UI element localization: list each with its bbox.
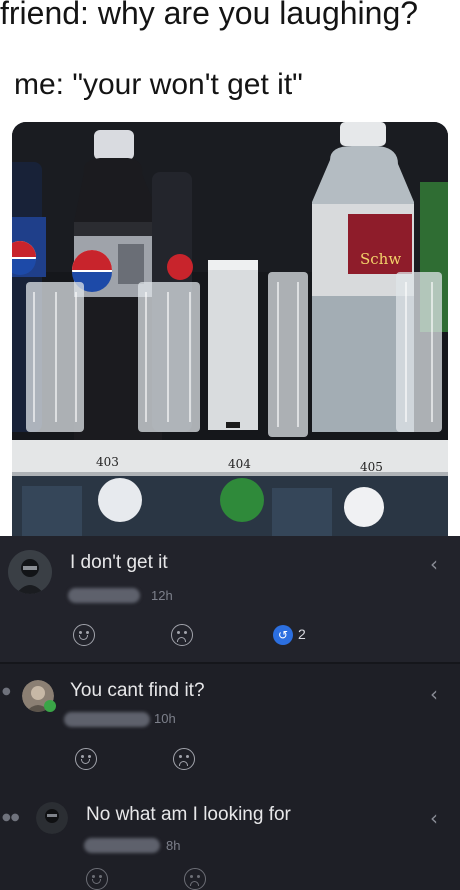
smile-face-icon[interactable] xyxy=(86,868,108,890)
commenter-name-redacted xyxy=(68,588,140,603)
frown-face-icon[interactable] xyxy=(173,748,195,770)
comment-item: ●● No what am I looking for 8h ‹ xyxy=(0,788,460,890)
online-badge-icon xyxy=(44,700,56,712)
comment-item: I don't get it 12h ‹ ↺ 2 xyxy=(0,536,460,664)
meme-caption-me: me: "your won't get it" xyxy=(14,68,303,101)
comment-text: No what am I looking for xyxy=(86,804,291,825)
meme-caption-friend: friend: why are you laughing? xyxy=(0,0,419,31)
slot-label-403: 403 xyxy=(96,455,119,469)
comment-time: 12h xyxy=(151,588,173,603)
commenter-name-redacted xyxy=(84,838,160,853)
slot-label-405: 405 xyxy=(360,460,383,474)
frown-face-icon[interactable] xyxy=(171,624,193,646)
reply-arrow-icon[interactable]: ‹ xyxy=(430,552,438,576)
comment-text: You cant find it? xyxy=(70,680,205,701)
replies-badge-icon[interactable]: ↺ xyxy=(273,625,293,645)
empty-slot-pusher xyxy=(208,260,258,430)
meme-image: friend: why are you laughing? me: "your … xyxy=(0,0,460,536)
commenter-name-redacted xyxy=(64,712,150,727)
avatar[interactable] xyxy=(36,802,68,834)
thread-indicator-dot: ●● xyxy=(2,812,20,823)
comment-time: 10h xyxy=(154,711,176,726)
schweppes-label: Schw xyxy=(360,250,401,268)
comment-item: ● You cant find it? 10h ‹ xyxy=(0,664,460,788)
cap-white xyxy=(98,478,142,522)
frown-face-icon[interactable] xyxy=(184,868,206,890)
cap-white-2 xyxy=(344,487,384,527)
comments-section: I don't get it 12h ‹ ↺ 2 ● You cant find… xyxy=(0,536,460,890)
thread-indicator-dot: ● xyxy=(2,686,11,697)
reply-arrow-icon[interactable]: ‹ xyxy=(430,806,438,830)
smile-face-icon[interactable] xyxy=(75,748,97,770)
avatar[interactable] xyxy=(8,550,52,594)
reply-arrow-icon[interactable]: ‹ xyxy=(430,682,438,706)
vending-machine-photo: Schw 403 404 405 xyxy=(12,122,448,536)
comment-time: 8h xyxy=(166,838,181,853)
slot-label-404: 404 xyxy=(228,457,251,471)
smile-face-icon[interactable] xyxy=(73,624,95,646)
reply-count[interactable]: 2 xyxy=(298,626,306,642)
vending-machine-illustration: Schw 403 404 405 xyxy=(12,122,448,536)
comment-text: I don't get it xyxy=(70,552,168,573)
cap-green xyxy=(220,478,264,522)
